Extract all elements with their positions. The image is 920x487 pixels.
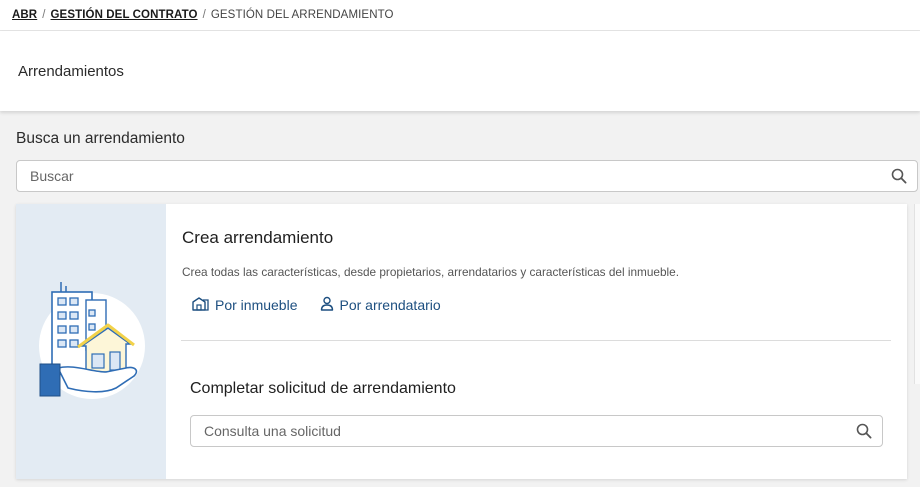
breadcrumb-item-abr[interactable]: ABR [12, 9, 37, 21]
page-header: Arrendamientos [0, 31, 920, 111]
by-tenant-link[interactable]: Por arrendatario [320, 296, 441, 314]
search-icon[interactable] [881, 161, 917, 191]
create-options: Por inmueble Por arrendatario [192, 296, 441, 314]
card-illustration-panel [16, 204, 166, 479]
person-icon [320, 296, 334, 314]
breadcrumb: ABR / GESTIÓN DEL CONTRATO / GESTIÓN DEL… [0, 0, 920, 31]
breadcrumb-separator: / [42, 9, 46, 21]
breadcrumb-item-gestion-contrato[interactable]: GESTIÓN DEL CONTRATO [51, 9, 198, 21]
lease-card: Crea arrendamiento Crea todas las caract… [16, 204, 907, 479]
breadcrumb-separator: / [202, 9, 206, 21]
building-icon [192, 296, 209, 314]
request-search-input[interactable] [191, 416, 846, 446]
search-section-title: Busca un arrendamiento [16, 130, 185, 147]
search-icon[interactable] [846, 416, 882, 446]
request-search-field [190, 415, 883, 447]
breadcrumb-current: GESTIÓN DEL ARRENDAMIENTO [210, 9, 394, 21]
divider [181, 340, 891, 341]
adjacent-card-edge [914, 204, 920, 384]
search-field [16, 160, 918, 192]
complete-request-title: Completar solicitud de arrendamiento [190, 380, 456, 397]
building-hand-illustration [39, 282, 145, 399]
create-lease-description: Crea todas las características, desde pr… [182, 265, 680, 279]
page-title: Arrendamientos [18, 62, 124, 80]
by-property-link[interactable]: Por inmueble [192, 296, 298, 314]
card-body: Crea arrendamiento Crea todas las caract… [166, 204, 907, 479]
search-input[interactable] [17, 161, 881, 191]
by-property-label: Por inmueble [215, 297, 298, 313]
create-lease-title: Crea arrendamiento [182, 228, 334, 247]
by-tenant-label: Por arrendatario [339, 297, 441, 313]
